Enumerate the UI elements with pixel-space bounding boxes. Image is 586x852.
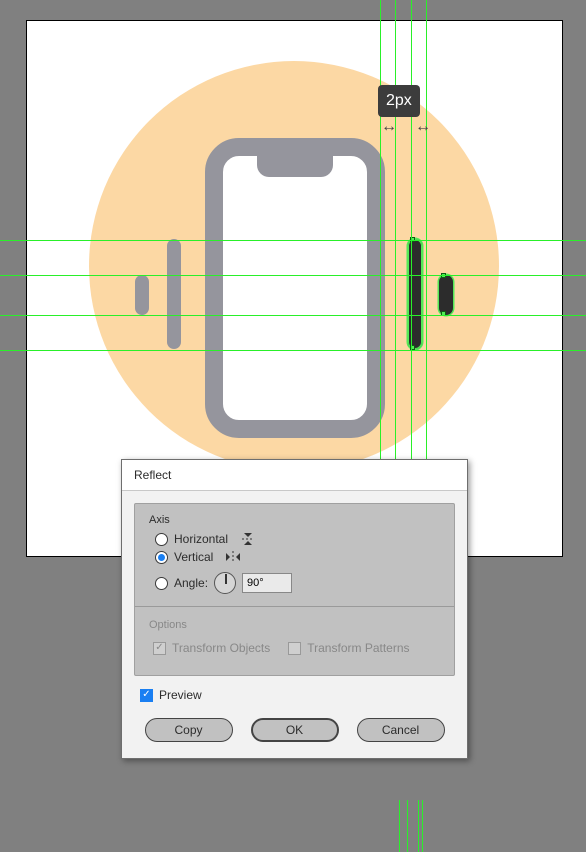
checkbox-icon <box>140 689 153 702</box>
checkbox-transform-patterns: Transform Patterns <box>288 641 409 655</box>
smart-guide-horizontal <box>0 350 586 351</box>
phone-body <box>205 138 385 438</box>
angle-label: Angle: <box>174 576 208 590</box>
checkbox-transform-objects: Transform Objects <box>153 641 270 655</box>
checkbox-icon <box>288 642 301 655</box>
angle-input[interactable] <box>242 573 292 593</box>
reflect-dialog: Reflect Axis Horizontal Vertical Angle: … <box>121 459 468 759</box>
dimension-arrow-icon: ↔ <box>381 118 397 136</box>
smart-guide-vertical <box>407 800 408 852</box>
axis-section: Axis Horizontal Vertical Angle: Options <box>134 503 455 676</box>
radio-icon <box>155 533 168 546</box>
smart-guide-vertical <box>418 800 419 852</box>
smart-guide-horizontal <box>0 315 586 316</box>
right-pill-small-selected[interactable] <box>439 275 453 315</box>
checkbox-label: Preview <box>159 688 202 702</box>
dialog-title: Reflect <box>122 460 467 491</box>
radio-icon <box>155 551 168 564</box>
checkbox-label: Transform Patterns <box>307 641 409 655</box>
left-pill-small <box>135 275 149 315</box>
dimension-arrow-icon: ↔ <box>415 118 431 136</box>
radio-icon <box>155 577 168 590</box>
horizontal-axis-icon <box>240 532 256 546</box>
copy-button[interactable]: Copy <box>145 718 233 742</box>
checkbox-preview[interactable]: Preview <box>140 688 449 702</box>
cancel-button[interactable]: Cancel <box>357 718 445 742</box>
checkbox-label: Transform Objects <box>172 641 270 655</box>
phone-notch <box>257 155 333 177</box>
distance-tooltip: 2px <box>378 85 420 117</box>
smart-guide-vertical <box>399 800 400 852</box>
options-label: Options <box>149 619 440 631</box>
radio-horizontal[interactable]: Horizontal <box>155 532 440 546</box>
ok-button[interactable]: OK <box>251 718 339 742</box>
angle-knob-icon[interactable] <box>214 572 236 594</box>
left-pill-big <box>167 239 181 349</box>
radio-label: Vertical <box>174 550 213 564</box>
axis-label: Axis <box>149 514 440 526</box>
checkbox-icon <box>153 642 166 655</box>
dialog-buttons: Copy OK Cancel <box>122 712 467 758</box>
radio-vertical[interactable]: Vertical <box>155 550 440 564</box>
divider <box>135 606 454 607</box>
smart-guide-vertical <box>422 800 423 852</box>
smart-guide-horizontal <box>0 275 586 276</box>
vertical-axis-icon <box>225 550 241 564</box>
radio-label: Horizontal <box>174 532 228 546</box>
radio-angle[interactable]: Angle: <box>155 572 440 594</box>
smart-guide-horizontal <box>0 240 586 241</box>
